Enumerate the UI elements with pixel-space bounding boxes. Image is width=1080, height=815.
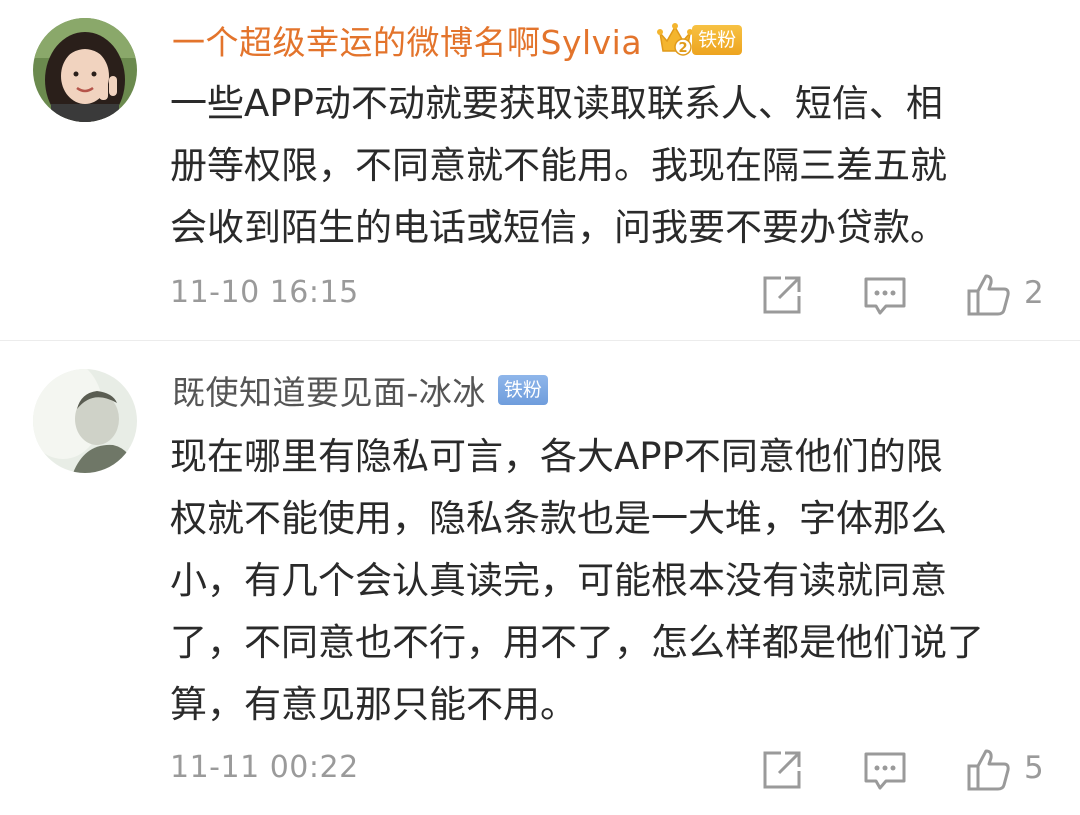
comment-meta: 11-11 00:22 5 [0, 745, 1080, 795]
share-icon[interactable] [757, 745, 807, 795]
comment-header: 既使知道要见面-冰冰 铁粉 [172, 366, 548, 414]
comment-text: 一些APP动不动就要获取读取联系人、短信、相 册等权限，不同意就不能用。我现在隔… [170, 82, 947, 249]
avatar[interactable] [33, 369, 137, 473]
like-icon[interactable] [964, 745, 1014, 795]
fan-badge: 铁粉 [692, 25, 743, 55]
crown-icon: 2 [656, 21, 694, 59]
timestamp: 11-10 16:15 [170, 275, 359, 310]
comment-item: 既使知道要见面-冰冰 铁粉 现在哪里有隐私可言，各大APP不同意他们的限 权就不… [0, 341, 1080, 815]
like-icon[interactable] [964, 270, 1014, 320]
share-icon[interactable] [757, 270, 807, 320]
comment-text: 现在哪里有隐私可言，各大APP不同意他们的限 权就不能使用，隐私条款也是一大堆，… [170, 435, 984, 726]
username[interactable]: 一个超级幸运的微博名啊Sylvia [172, 16, 642, 64]
like-count: 2 [1024, 275, 1044, 311]
crown-level-text: 2 [679, 41, 688, 56]
comment-item: 一个超级幸运的微博名啊Sylvia 2 铁粉 一些APP动不动就要获取读取联系人… [0, 0, 1080, 340]
fan-badge: 铁粉 [497, 375, 548, 405]
comment-icon[interactable] [860, 270, 910, 320]
username[interactable]: 既使知道要见面-冰冰 [172, 366, 486, 414]
comment-meta: 11-10 16:15 2 [0, 270, 1080, 320]
comment-icon[interactable] [860, 745, 910, 795]
comment-header: 一个超级幸运的微博名啊Sylvia 2 铁粉 [172, 16, 743, 64]
timestamp: 11-11 00:22 [170, 750, 359, 785]
avatar[interactable] [33, 18, 137, 122]
like-count: 5 [1024, 750, 1044, 786]
